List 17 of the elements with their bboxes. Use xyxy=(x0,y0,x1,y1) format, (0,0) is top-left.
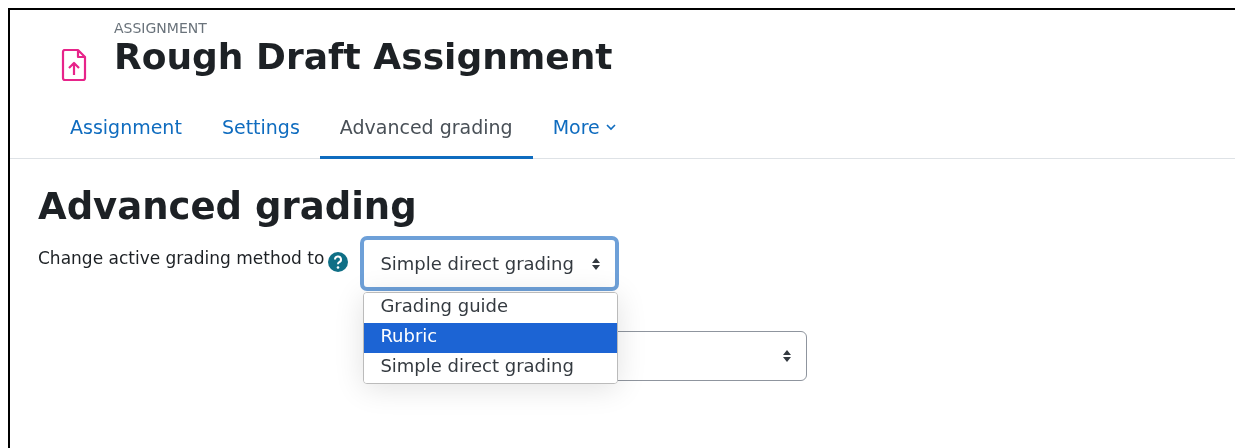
sort-arrows-icon xyxy=(782,349,792,363)
sort-arrows-icon xyxy=(591,256,602,271)
page-title: Rough Draft Assignment xyxy=(114,36,613,77)
dropdown-option[interactable]: Rubric xyxy=(364,323,618,353)
grading-method-select[interactable]: Simple direct grading xyxy=(360,236,620,291)
nav-tab[interactable]: Advanced grading xyxy=(319,100,533,159)
dropdown-option[interactable]: Simple direct grading xyxy=(364,353,618,383)
dropdown-option[interactable]: Grading guide xyxy=(364,293,618,323)
activity-type-label: ASSIGNMENT xyxy=(114,20,208,36)
help-icon[interactable] xyxy=(328,252,349,272)
section-heading: Advanced grading xyxy=(38,185,418,228)
file-upload-icon xyxy=(60,48,88,82)
chevron-down-icon xyxy=(605,123,616,131)
nav-tab[interactable]: More xyxy=(532,100,636,159)
nav-tab[interactable]: Assignment xyxy=(50,100,202,159)
nav-tab[interactable]: Settings xyxy=(201,100,320,159)
field-label: Change active grading method to xyxy=(38,248,325,268)
